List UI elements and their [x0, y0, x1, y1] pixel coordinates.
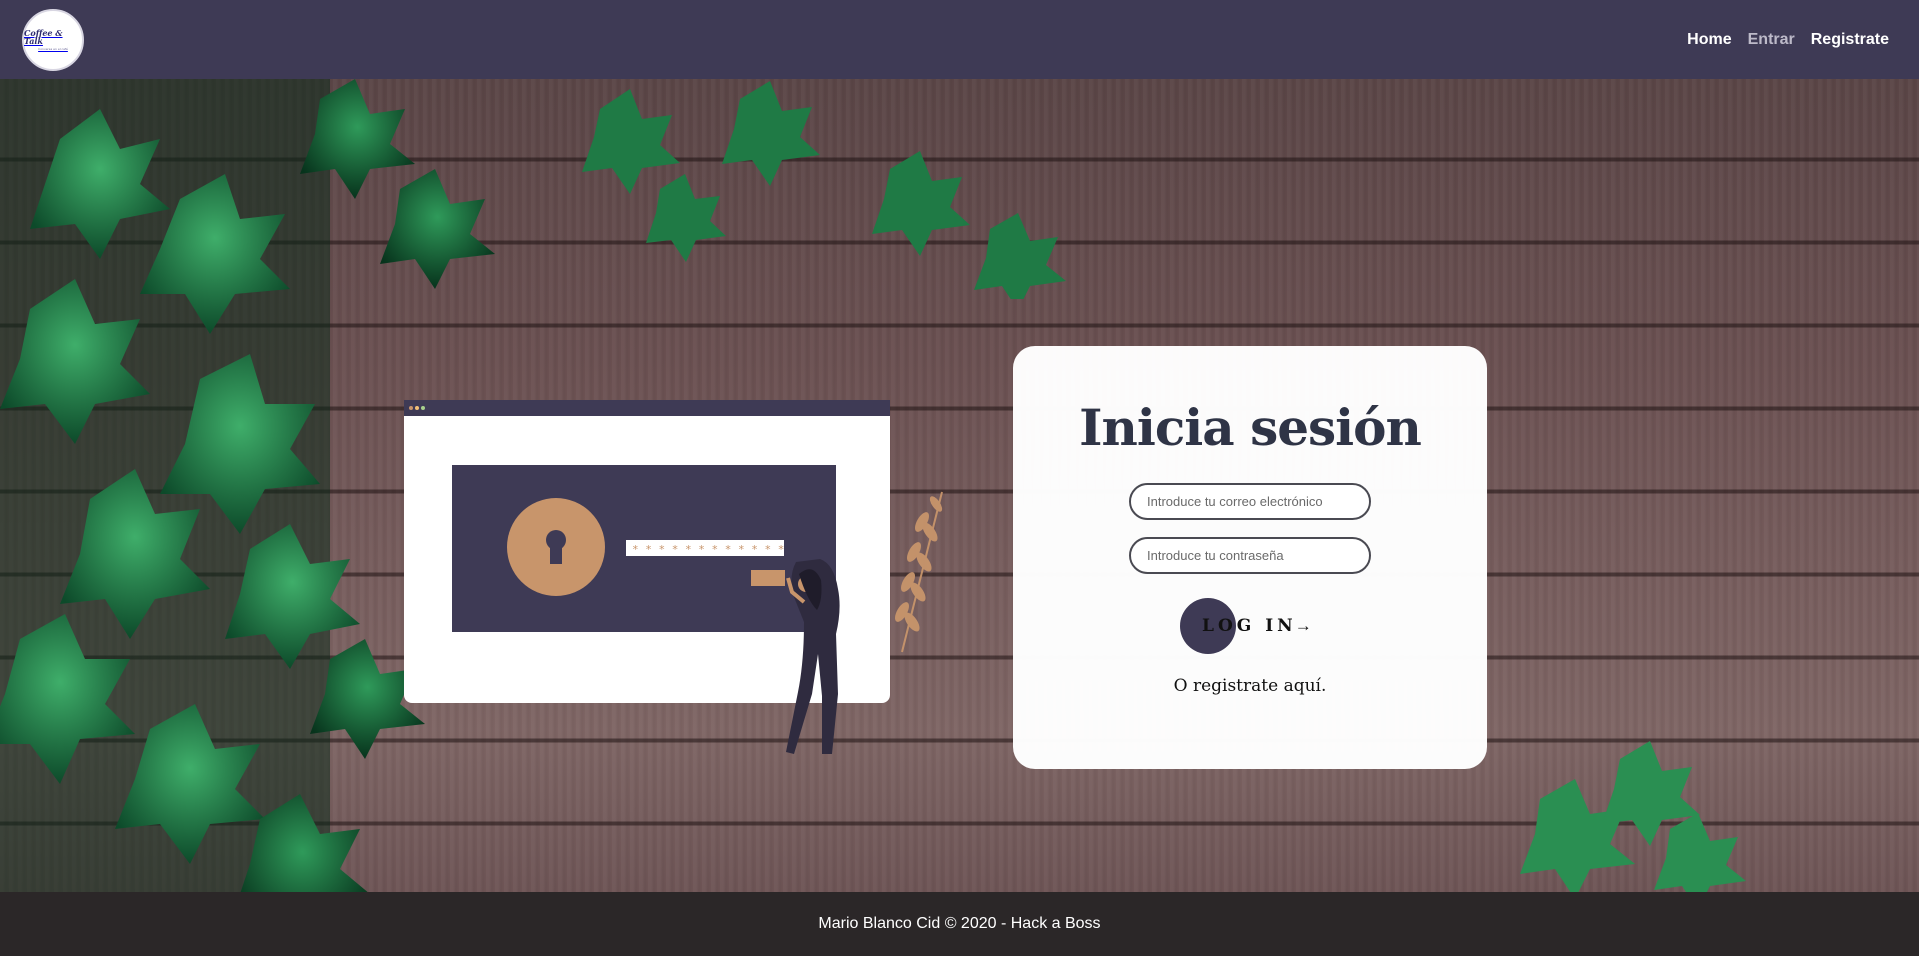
nav-register-link[interactable]: Registrate	[1811, 31, 1889, 49]
logo-subtext: Conversa en el café	[38, 46, 68, 51]
arrow-right-icon: →	[1294, 616, 1312, 635]
ivy-leaves-top	[582, 81, 1066, 299]
login-illustration: * * * * * * * * * * * *	[404, 400, 943, 754]
hero-background: * * * * * * * * * * * * Inicia sesión In…	[0, 79, 1919, 892]
site-footer: Mario Blanco Cid © 2020 - Hack a Boss	[0, 892, 1919, 956]
password-mask: * * * * * * * * * * * *	[632, 543, 784, 556]
footer-text: Mario Blanco Cid © 2020 - Hack a Boss	[818, 915, 1101, 932]
logo-text: Coffee & Talk	[24, 27, 63, 46]
login-button[interactable]: LOG IN →	[1180, 598, 1320, 654]
password-input[interactable]	[1129, 537, 1371, 574]
register-link[interactable]: O registrate aquí.	[1174, 676, 1327, 696]
main-nav: Home Entrar Registrate	[1687, 31, 1889, 49]
ivy-leaves-bottom-right	[1520, 741, 1746, 892]
submit-graphic	[751, 570, 785, 586]
plant	[895, 491, 943, 653]
email-input[interactable]	[1129, 483, 1371, 520]
login-title: Inicia sesión	[1079, 398, 1422, 457]
nav-home-link[interactable]: Home	[1687, 31, 1731, 49]
site-header: Coffee & Talk Conversa en el café Home E…	[0, 0, 1919, 79]
login-card: Inicia sesión LOG IN → O registrate aquí…	[1013, 346, 1487, 769]
nav-login-link[interactable]: Entrar	[1748, 31, 1795, 49]
browser-titlebar	[404, 400, 890, 416]
site-logo[interactable]: Coffee & Talk Conversa en el café	[22, 8, 84, 71]
login-button-label: LOG IN	[1202, 616, 1297, 636]
